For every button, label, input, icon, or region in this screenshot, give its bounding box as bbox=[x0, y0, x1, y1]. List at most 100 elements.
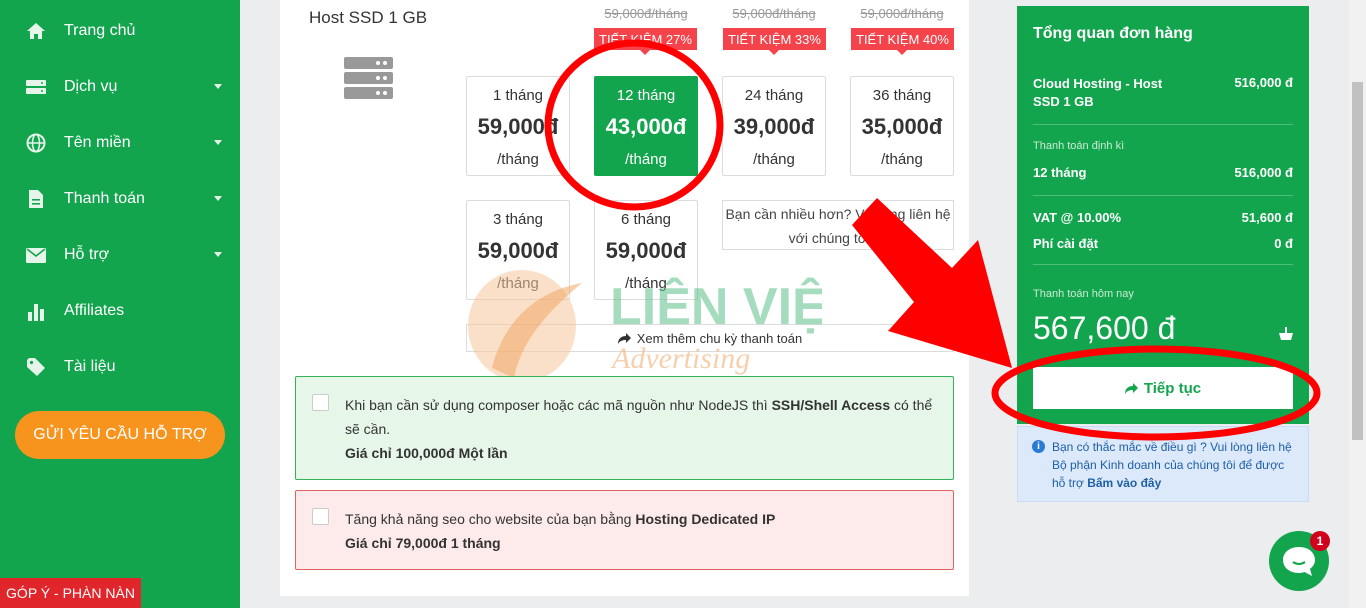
addon-checkbox[interactable] bbox=[312, 508, 329, 525]
sidebar-item-label: Trang chủ bbox=[64, 22, 136, 39]
sidebar-item-label: Thanh toán bbox=[64, 190, 145, 207]
continue-button[interactable]: Tiếp tục bbox=[1033, 367, 1293, 409]
sidebar-item-services[interactable]: Dịch vụ bbox=[0, 67, 240, 107]
summary-product-name: Cloud Hosting - Host bbox=[1033, 76, 1163, 91]
caret-down-icon bbox=[214, 140, 222, 145]
old-price: 59,000đ/tháng bbox=[604, 6, 688, 21]
sidebar-item-label: Affiliates bbox=[64, 302, 125, 319]
sidebar-item-billing[interactable]: Thanh toán bbox=[0, 179, 240, 219]
addon-ssh-access: Khi bạn cần sử dụng composer hoặc các mã… bbox=[295, 376, 954, 480]
sales-help-box: i Bạn có thắc mắc về điều gì ? Vui lòng … bbox=[1017, 426, 1309, 502]
contact-link[interactable]: tại bbox=[873, 230, 888, 246]
old-price: 59,000đ/tháng bbox=[860, 6, 944, 21]
home-icon bbox=[25, 20, 47, 42]
continue-label: Tiếp tục bbox=[1143, 379, 1202, 397]
plan-unit: /tháng bbox=[753, 151, 795, 168]
contact-for-more-box: Bạn cần nhiều hơn? Vui lòng liên hệ với … bbox=[722, 200, 954, 250]
plan-unit: /tháng bbox=[881, 151, 923, 168]
summary-product-row: Cloud Hosting - Host SSD 1 GB 516,000 đ bbox=[1033, 75, 1293, 111]
addon-text: Khi bạn cần sử dụng composer hoặc các mã… bbox=[345, 397, 772, 413]
sidebar-item-label: Tài liệu bbox=[64, 358, 116, 375]
divider bbox=[1033, 195, 1293, 196]
plan-period: 3 tháng bbox=[492, 211, 544, 228]
page-scrollbar[interactable] bbox=[1349, 0, 1366, 608]
more-text-2: với chúng tôi bbox=[788, 230, 869, 246]
addon-checkbox[interactable] bbox=[312, 394, 329, 411]
setup-fee-row: Phí cài đặt 0 đ bbox=[1033, 236, 1293, 251]
divider bbox=[1033, 124, 1293, 125]
discount-badge: TIẾT KIỆM 40% bbox=[851, 28, 954, 55]
summary-product-price: 516,000 đ bbox=[1234, 75, 1293, 90]
tag-icon bbox=[25, 356, 47, 378]
document-icon bbox=[25, 188, 47, 210]
billing-cycle-row: 12 tháng 516,000 đ bbox=[1033, 165, 1293, 180]
addon-price: Giá chỉ 79,000đ 1 tháng bbox=[345, 535, 501, 551]
plan-option-12-months[interactable]: 12 tháng 43,000đ /tháng bbox=[594, 76, 698, 176]
feedback-button[interactable]: GÓP Ý - PHÀN NÀN bbox=[0, 578, 141, 608]
plan-period: 24 tháng bbox=[744, 87, 804, 104]
sidebar-item-label: Dịch vụ bbox=[64, 78, 118, 95]
plan-period: 1 tháng bbox=[492, 87, 544, 104]
plan-price: 59,000đ bbox=[605, 238, 687, 263]
send-support-request-button[interactable]: GỬI YÊU CẦU HỖ TRỢ bbox=[15, 411, 225, 459]
plan-unit: /tháng bbox=[497, 151, 539, 168]
sidebar: Trang chủ Dịch vụ Tên miền Thanh toán Hỗ… bbox=[0, 0, 240, 608]
total-due-today: 567,600 đ bbox=[1033, 310, 1176, 346]
summary-product-name-2: SSD 1 GB bbox=[1033, 94, 1094, 109]
plan-price: 59,000đ bbox=[477, 238, 559, 263]
plan-option-24-months[interactable]: 24 tháng 39,000đ /tháng bbox=[722, 76, 826, 176]
divider bbox=[1033, 264, 1293, 265]
chat-notification-badge: 1 bbox=[1310, 531, 1330, 551]
sidebar-item-support[interactable]: Hỗ trợ bbox=[0, 235, 240, 275]
discount-badge: TIẾT KIỆM 33% bbox=[723, 28, 826, 55]
sidebar-item-label: Tên miền bbox=[64, 134, 131, 151]
bar-chart-icon bbox=[25, 300, 47, 322]
addon-feature: SSH/Shell Access bbox=[771, 397, 891, 413]
contact-sales-link[interactable]: Bấm vào đây bbox=[1087, 476, 1161, 490]
caret-down-icon bbox=[214, 84, 222, 89]
plan-price: 59,000đ bbox=[477, 114, 559, 139]
due-today-label: Thanh toán hôm nay bbox=[1033, 288, 1134, 300]
old-price: 59,000đ/tháng bbox=[732, 6, 816, 21]
billing-cycle-price: 516,000 đ bbox=[1234, 165, 1293, 180]
product-name: Host SSD 1 GB bbox=[309, 8, 428, 27]
share-arrow-icon bbox=[1124, 382, 1138, 394]
plan-option-36-months[interactable]: 36 tháng 35,000đ /tháng bbox=[850, 76, 954, 176]
plan-period: 6 tháng bbox=[620, 211, 672, 228]
setup-fee-value: 0 đ bbox=[1274, 236, 1293, 251]
vat-label: VAT @ 10.00% bbox=[1033, 210, 1122, 225]
setup-fee-label: Phí cài đặt bbox=[1033, 236, 1099, 251]
plan-period: 36 tháng bbox=[872, 87, 932, 104]
discount-badge: TIẾT KIỆM 27% bbox=[594, 28, 697, 55]
plan-price: 35,000đ bbox=[861, 114, 943, 139]
addon-feature: Hosting Dedicated IP bbox=[635, 511, 776, 527]
server-icon bbox=[25, 76, 47, 98]
sidebar-item-home[interactable]: Trang chủ bbox=[0, 11, 240, 51]
watermark-brand: LIÊN VIỆT bbox=[610, 277, 822, 336]
globe-icon bbox=[25, 132, 47, 154]
billing-cycle-name: 12 tháng bbox=[1033, 165, 1087, 180]
sidebar-item-docs[interactable]: Tài liệu bbox=[0, 347, 240, 387]
addon-text: Tăng khả năng seo cho website của bạn bằ… bbox=[345, 511, 636, 527]
order-summary: Tổng quan đơn hàng Cloud Hosting - Host S… bbox=[1017, 6, 1309, 424]
summary-title: Tổng quan đơn hàng bbox=[1033, 25, 1193, 42]
caret-down-icon bbox=[214, 252, 222, 257]
scrollbar-thumb[interactable] bbox=[1352, 82, 1363, 440]
more-text: Bạn cần nhiều hơn? Vui lòng liên hệ bbox=[725, 206, 951, 222]
sidebar-item-domains[interactable]: Tên miền bbox=[0, 123, 240, 163]
plan-unit: /tháng bbox=[625, 151, 667, 168]
vat-row: VAT @ 10.00% 51,600 đ bbox=[1033, 210, 1293, 225]
envelope-icon bbox=[25, 244, 47, 266]
addon-dedicated-ip: Tăng khả năng seo cho website của bạn bằ… bbox=[295, 490, 954, 570]
plan-option-1-month[interactable]: 1 tháng 59,000đ /tháng bbox=[466, 76, 570, 176]
sidebar-item-affiliates[interactable]: Affiliates bbox=[0, 291, 240, 331]
sidebar-item-label: Hỗ trợ bbox=[64, 246, 110, 263]
addon-price: Giá chỉ 100,000đ Một lần bbox=[345, 445, 508, 461]
plan-price: 39,000đ bbox=[733, 114, 815, 139]
plan-period: 12 tháng bbox=[616, 87, 676, 104]
caret-down-icon bbox=[214, 196, 222, 201]
server-stack-icon bbox=[344, 57, 394, 106]
watermark-sub: Advertising bbox=[610, 342, 750, 375]
vat-value: 51,600 đ bbox=[1241, 210, 1293, 225]
info-icon: i bbox=[1032, 440, 1045, 453]
